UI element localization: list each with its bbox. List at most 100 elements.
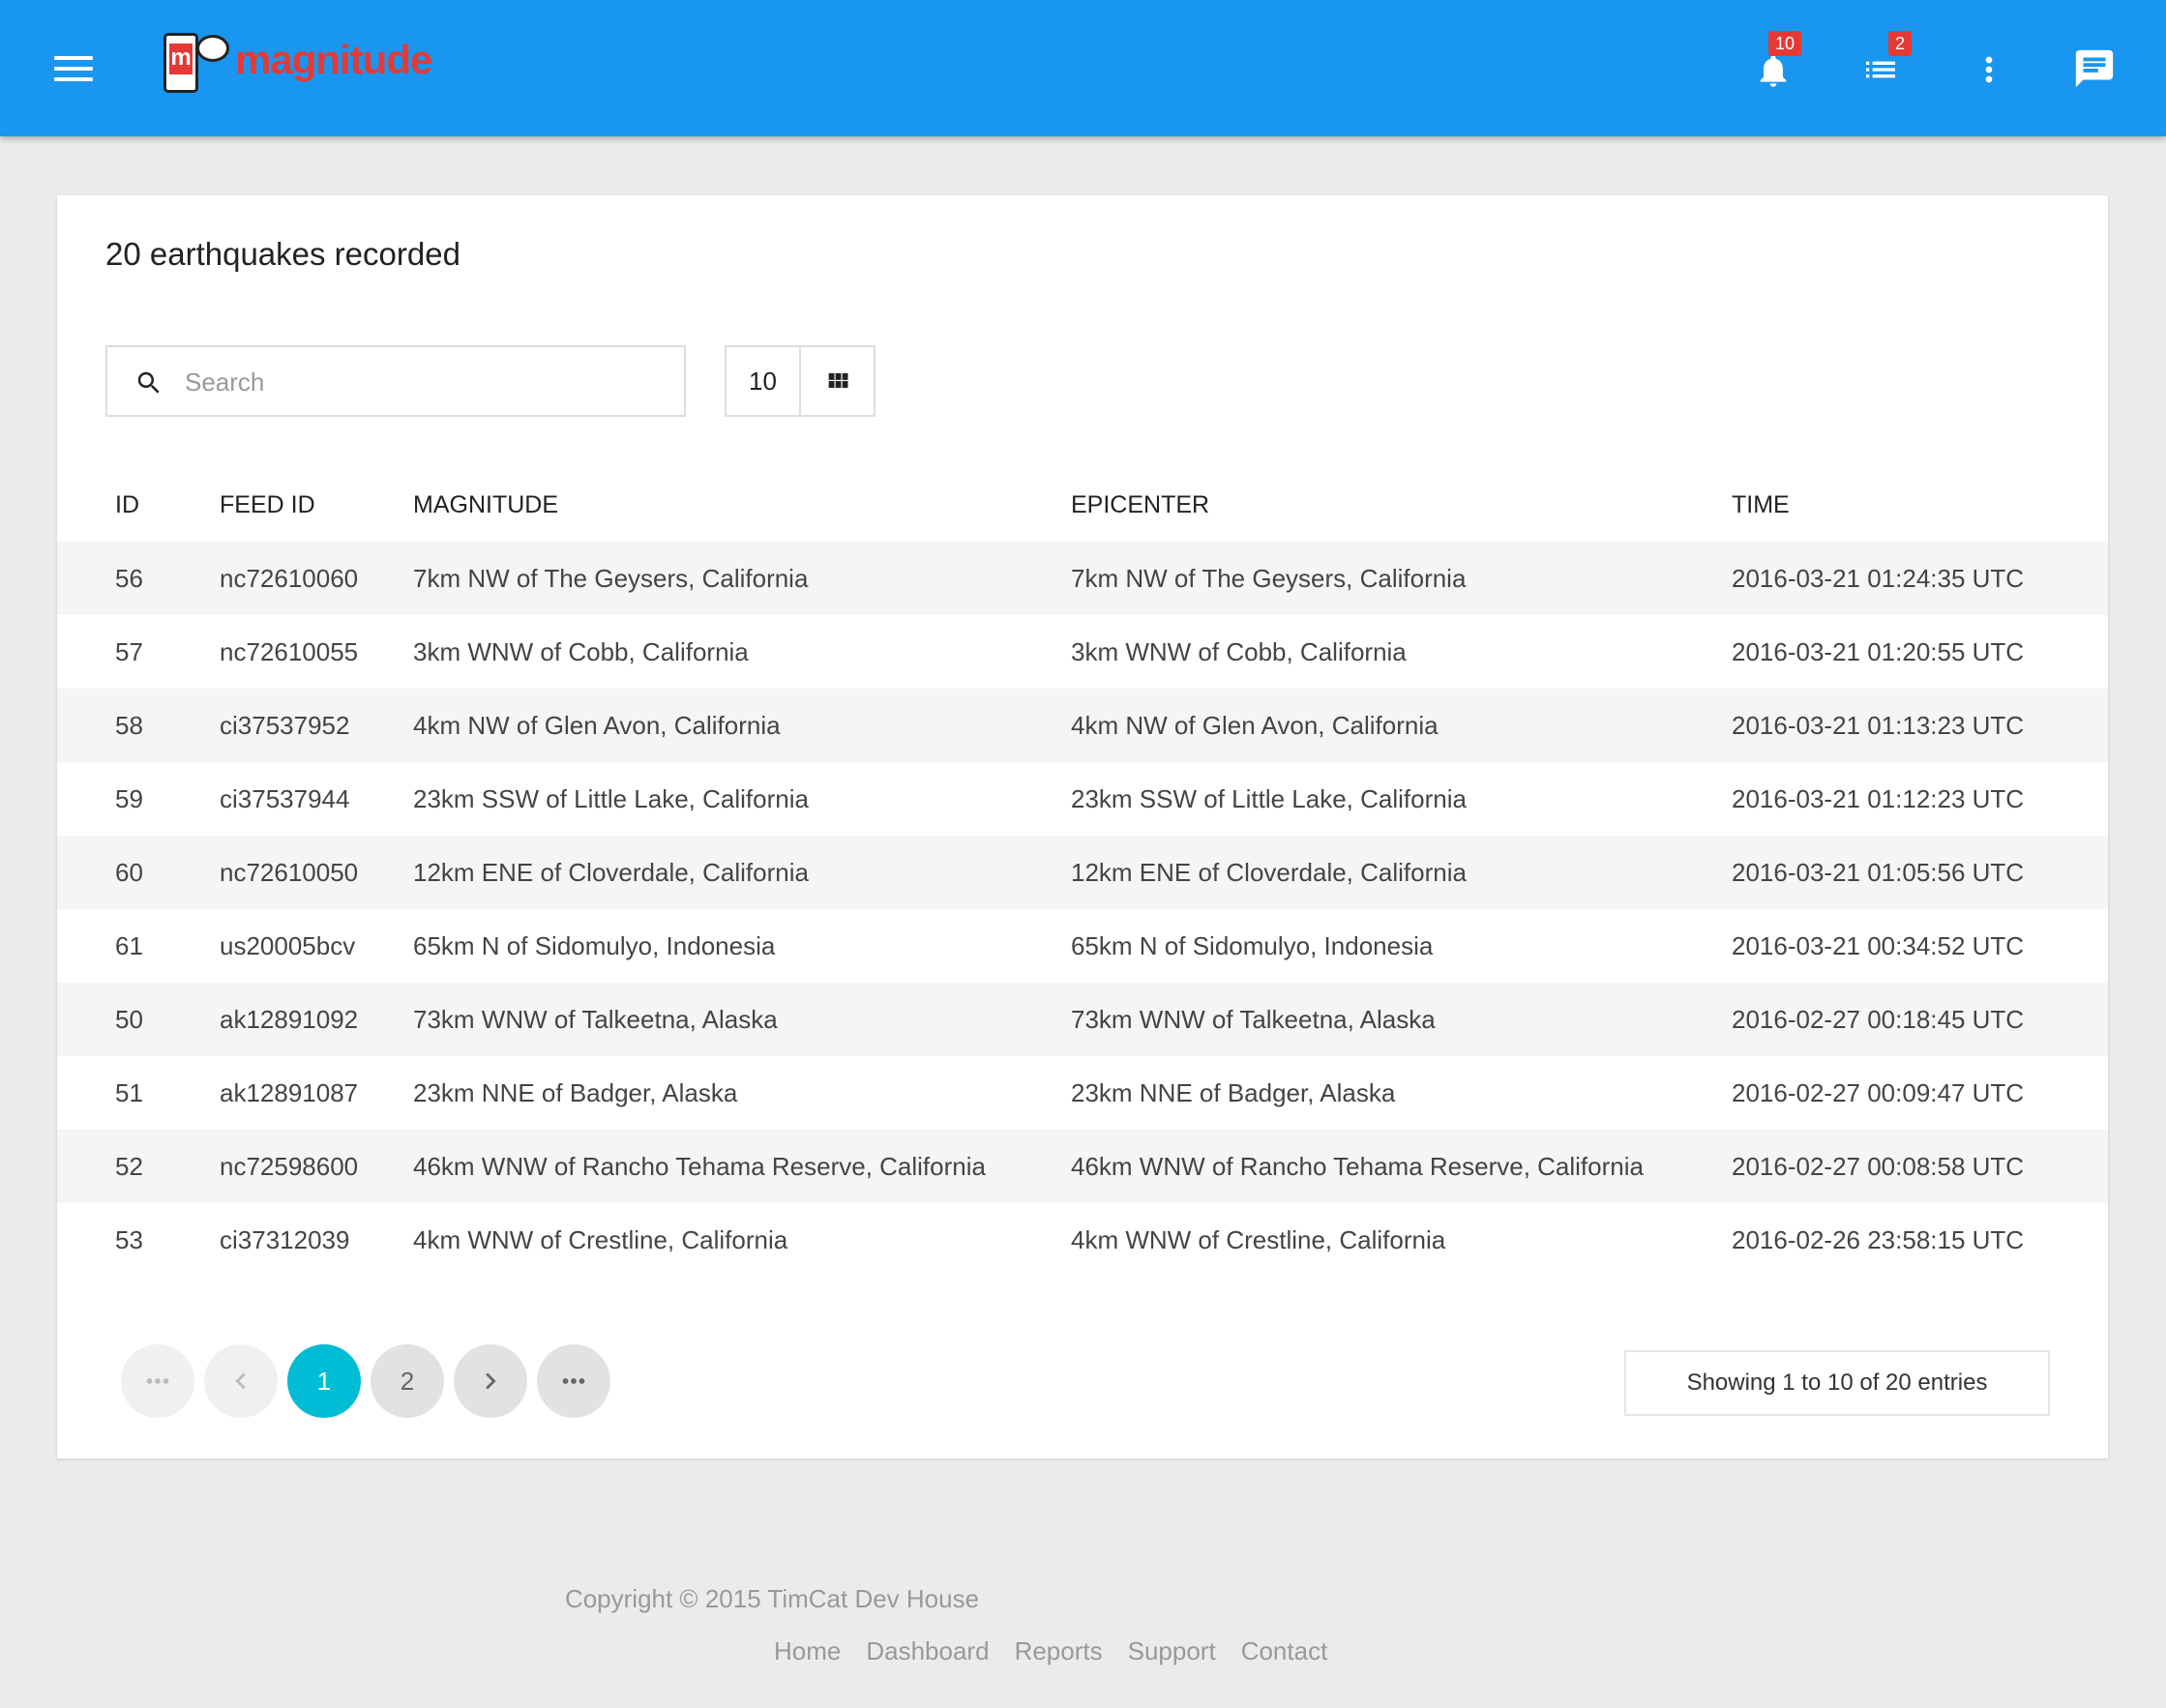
earthquakes-card: 20 earthquakes recorded 10 ID FEED ID MA… xyxy=(57,195,2108,1458)
cell-epicenter: 7km NW of The Geysers, California xyxy=(1071,563,1467,593)
cell-magnitude: 7km NW of The Geysers, California xyxy=(413,563,809,593)
phone-logo-icon: m xyxy=(163,33,198,93)
table-row[interactable]: 50 ak12891092 73km WNW of Talkeetna, Ala… xyxy=(57,983,2108,1056)
table-row[interactable]: 52 nc72598600 46km WNW of Rancho Tehama … xyxy=(57,1130,2108,1203)
cell-id: 61 xyxy=(115,930,143,960)
column-header-magnitude[interactable]: MAGNITUDE xyxy=(413,468,1071,542)
table-row[interactable]: 56 nc72610060 7km NW of The Geysers, Cal… xyxy=(57,542,2108,615)
copyright-text: Copyright © 2015 TimCat Dev House xyxy=(564,1584,980,1613)
table-row[interactable]: 57 nc72610055 3km WNW of Cobb, Californi… xyxy=(57,615,2108,689)
list-icon xyxy=(1866,61,1895,78)
first-page-button[interactable] xyxy=(121,1344,194,1418)
cell-feed-id: ak12891087 xyxy=(220,1077,359,1107)
page-button-1[interactable]: 1 xyxy=(287,1344,361,1418)
cell-magnitude: 23km SSW of Little Lake, California xyxy=(413,783,809,813)
earthquakes-table: ID FEED ID MAGNITUDE EPICENTER TIME 56 n… xyxy=(57,468,2108,1277)
cell-id: 56 xyxy=(115,563,143,593)
cell-magnitude: 46km WNW of Rancho Tehama Reserve, Calif… xyxy=(413,1151,986,1181)
more-options-button[interactable] xyxy=(1970,48,2008,91)
column-header-time[interactable]: TIME xyxy=(1732,468,2108,542)
table-row[interactable]: 60 nc72610050 12km ENE of Cloverdale, Ca… xyxy=(57,836,2108,909)
chevron-left-icon xyxy=(235,1372,246,1390)
page-button-2[interactable]: 2 xyxy=(371,1344,444,1418)
app-name: magnitude xyxy=(235,37,432,82)
cell-id: 57 xyxy=(115,636,143,666)
cell-epicenter: 46km WNW of Rancho Tehama Reserve, Calif… xyxy=(1071,1151,1644,1181)
footer-link-dashboard[interactable]: Dashboard xyxy=(866,1636,989,1666)
cell-time: 2016-03-21 00:34:52 UTC xyxy=(1732,930,2025,960)
cell-feed-id: ci37312039 xyxy=(220,1224,350,1254)
cell-id: 58 xyxy=(115,710,143,740)
tasks-badge: 2 xyxy=(1888,31,1913,56)
cell-time: 2016-03-21 01:20:55 UTC xyxy=(1732,636,2025,666)
top-app-bar: m magnitude 10 2 xyxy=(0,0,2166,136)
footer-link-reports[interactable]: Reports xyxy=(1015,1636,1103,1666)
table-row[interactable]: 61 us20005bcv 65km N of Sidomulyo, Indon… xyxy=(57,909,2108,983)
cell-time: 2016-03-21 01:13:23 UTC xyxy=(1732,710,2025,740)
cell-id: 53 xyxy=(115,1224,143,1254)
table-row[interactable]: 53 ci37312039 4km WNW of Crestline, Cali… xyxy=(57,1203,2108,1277)
cell-time: 2016-02-27 00:09:47 UTC xyxy=(1732,1077,2025,1107)
cell-epicenter: 65km N of Sidomulyo, Indonesia xyxy=(1071,930,1434,960)
hamburger-menu-icon[interactable] xyxy=(54,54,97,83)
grid-icon xyxy=(828,372,847,388)
cell-feed-id: nc72610060 xyxy=(220,563,359,593)
pagination: 1 2 xyxy=(121,1344,620,1418)
app-logo[interactable]: m magnitude xyxy=(160,29,450,97)
page-length-select[interactable]: 10 xyxy=(727,347,801,415)
cell-magnitude: 73km WNW of Talkeetna, Alaska xyxy=(413,1004,778,1034)
cell-magnitude: 23km NNE of Badger, Alaska xyxy=(413,1077,738,1107)
footer-nav: Home Dashboard Reports Support Contact xyxy=(774,1636,1327,1666)
previous-page-button[interactable] xyxy=(204,1344,278,1418)
cell-feed-id: nc72610050 xyxy=(220,857,359,887)
cell-epicenter: 3km WNW of Cobb, California xyxy=(1071,636,1407,666)
table-header-row: ID FEED ID MAGNITUDE EPICENTER TIME xyxy=(57,468,2108,542)
speech-bubble-logo-icon xyxy=(196,35,229,62)
footer-link-support[interactable]: Support xyxy=(1128,1636,1216,1666)
more-horiz-icon xyxy=(146,1378,169,1384)
bell-icon xyxy=(1760,55,1787,87)
cell-time: 2016-02-26 23:58:15 UTC xyxy=(1732,1224,2025,1254)
cell-time: 2016-02-27 00:18:45 UTC xyxy=(1732,1004,2025,1034)
chat-icon xyxy=(2075,49,2114,88)
entries-info: Showing 1 to 10 of 20 entries xyxy=(1624,1350,2050,1416)
search-icon xyxy=(137,371,160,394)
tasks-button[interactable]: 2 xyxy=(1859,31,1913,91)
cell-epicenter: 12km ENE of Cloverdale, California xyxy=(1071,857,1467,887)
cell-magnitude: 12km ENE of Cloverdale, California xyxy=(413,857,809,887)
cell-feed-id: us20005bcv xyxy=(220,930,356,960)
column-header-id[interactable]: ID xyxy=(57,468,220,542)
cell-id: 50 xyxy=(115,1004,143,1034)
footer-link-contact[interactable]: Contact xyxy=(1241,1636,1328,1666)
last-page-button[interactable] xyxy=(537,1344,610,1418)
cell-time: 2016-03-21 01:12:23 UTC xyxy=(1732,783,2025,813)
footer-link-home[interactable]: Home xyxy=(774,1636,841,1666)
chat-button[interactable] xyxy=(2072,46,2117,91)
cell-time: 2016-03-21 01:05:56 UTC xyxy=(1732,857,2025,887)
cell-id: 59 xyxy=(115,783,143,813)
column-header-epicenter[interactable]: EPICENTER xyxy=(1071,468,1732,542)
cell-time: 2016-03-21 01:24:35 UTC xyxy=(1732,563,2025,593)
grid-view-button[interactable] xyxy=(801,347,874,415)
next-page-button[interactable] xyxy=(454,1344,527,1418)
cell-id: 60 xyxy=(115,857,143,887)
page-length-control: 10 xyxy=(725,345,875,417)
notifications-badge: 10 xyxy=(1768,31,1802,56)
cell-id: 52 xyxy=(115,1151,143,1181)
cell-feed-id: ak12891092 xyxy=(220,1004,359,1034)
table-row[interactable]: 58 ci37537952 4km NW of Glen Avon, Calif… xyxy=(57,689,2108,762)
card-title: 20 earthquakes recorded xyxy=(105,236,460,272)
cell-epicenter: 23km SSW of Little Lake, California xyxy=(1071,783,1467,813)
cell-time: 2016-02-27 00:08:58 UTC xyxy=(1732,1151,2025,1181)
cell-magnitude: 4km WNW of Crestline, California xyxy=(413,1224,788,1254)
table-row[interactable]: 59 ci37537944 23km SSW of Little Lake, C… xyxy=(57,762,2108,836)
search-input[interactable] xyxy=(185,361,649,403)
notifications-button[interactable]: 10 xyxy=(1751,31,1802,93)
table-row[interactable]: 51 ak12891087 23km NNE of Badger, Alaska… xyxy=(57,1056,2108,1130)
column-header-feed-id[interactable]: FEED ID xyxy=(220,468,413,542)
cell-id: 51 xyxy=(115,1077,143,1107)
cell-epicenter: 4km WNW of Crestline, California xyxy=(1071,1224,1446,1254)
cell-feed-id: nc72610055 xyxy=(220,636,359,666)
cell-magnitude: 4km NW of Glen Avon, California xyxy=(413,710,781,740)
cell-epicenter: 4km NW of Glen Avon, California xyxy=(1071,710,1439,740)
